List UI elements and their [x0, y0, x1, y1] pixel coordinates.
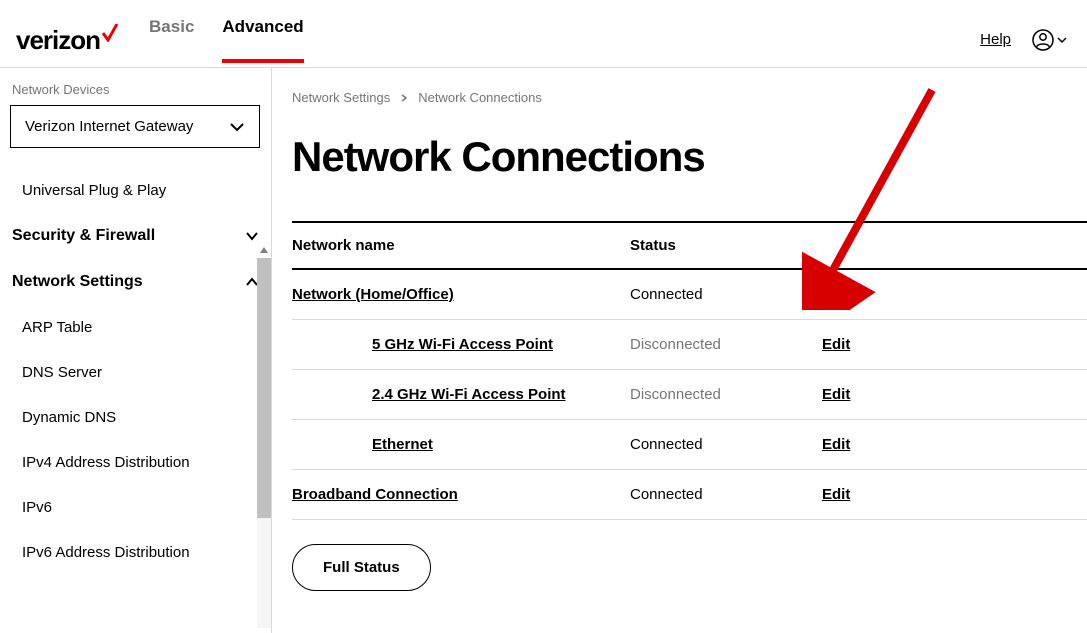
brand-text: verizon — [16, 25, 100, 56]
connection-name-link[interactable]: 5 GHz Wi-Fi Access Point — [372, 336, 553, 353]
table-row: 5 GHz Wi-Fi Access Point Disconnected Ed… — [292, 320, 1087, 370]
user-icon — [1031, 28, 1055, 52]
tabs: Basic Advanced — [149, 17, 304, 63]
nav-category-network-settings[interactable]: Network Settings — [10, 259, 261, 305]
breadcrumb-current: Network Connections — [418, 90, 542, 105]
edit-link[interactable]: Edit — [822, 386, 850, 403]
verizon-check-icon — [101, 24, 119, 42]
connection-name-link[interactable]: Broadband Connection — [292, 486, 458, 503]
connection-status: Disconnected — [630, 320, 822, 370]
table-body: Network (Home/Office) Connected Edit 5 G… — [292, 269, 1087, 520]
connection-name-link[interactable]: Network (Home/Office) — [292, 286, 454, 303]
connection-name-link[interactable]: 2.4 GHz Wi-Fi Access Point — [372, 386, 566, 403]
header-bar: verizon Basic Advanced Help — [0, 0, 1087, 68]
nav-item-ddns[interactable]: Dynamic DNS — [10, 395, 261, 440]
edit-link[interactable]: Edit — [822, 436, 850, 453]
verizon-logo: verizon — [16, 24, 119, 56]
layout: Network Devices Verizon Internet Gateway… — [0, 68, 1087, 633]
connections-table: Network name Status Network (Home/Office… — [292, 221, 1087, 520]
content-area: Network Settings Network Connections Net… — [272, 68, 1087, 633]
nav-item-dns[interactable]: DNS Server — [10, 350, 261, 395]
scrollbar-track[interactable] — [257, 258, 271, 628]
nav-item-arp[interactable]: ARP Table — [10, 305, 261, 350]
connection-status: Disconnected — [630, 370, 822, 420]
col-header-name: Network name — [292, 222, 630, 269]
chevron-down-icon — [1057, 35, 1067, 45]
col-header-status: Status — [630, 222, 822, 269]
nav-item-ipv6dist[interactable]: IPv6 Address Distribution — [10, 530, 261, 575]
edit-link[interactable]: Edit — [822, 286, 850, 303]
device-selector[interactable]: Verizon Internet Gateway — [10, 105, 260, 148]
nav-item-ipv6[interactable]: IPv6 — [10, 485, 261, 530]
tab-basic[interactable]: Basic — [149, 17, 194, 63]
help-link[interactable]: Help — [980, 31, 1011, 48]
chevron-right-icon — [400, 94, 408, 102]
scrollbar-thumb[interactable] — [257, 258, 271, 518]
header-right-group: Help — [980, 28, 1067, 52]
header-left-group: verizon Basic Advanced — [16, 17, 304, 63]
edit-link[interactable]: Edit — [822, 486, 850, 503]
table-row: 2.4 GHz Wi-Fi Access Point Disconnected … — [292, 370, 1087, 420]
connection-status: Connected — [630, 269, 822, 320]
scroll-arrow-up[interactable] — [257, 242, 271, 258]
tab-advanced[interactable]: Advanced — [222, 17, 303, 63]
chevron-down-icon — [245, 229, 259, 243]
nav-label: Security & Firewall — [12, 227, 155, 245]
col-header-action — [822, 222, 1087, 269]
full-status-button[interactable]: Full Status — [292, 544, 431, 591]
table-row: Ethernet Connected Edit — [292, 420, 1087, 470]
nav-label: Network Settings — [12, 273, 143, 291]
connection-name-link[interactable]: Ethernet — [372, 436, 433, 453]
breadcrumb: Network Settings Network Connections — [292, 90, 1087, 105]
nav-item-ipv4[interactable]: IPv4 Address Distribution — [10, 440, 261, 485]
account-menu[interactable] — [1031, 28, 1067, 52]
nav-category-security[interactable]: Security & Firewall — [10, 213, 261, 259]
nav-item-upnp[interactable]: Universal Plug & Play — [10, 168, 261, 213]
connection-status: Connected — [630, 420, 822, 470]
device-selected-text: Verizon Internet Gateway — [25, 118, 193, 135]
devices-label: Network Devices — [10, 82, 261, 97]
breadcrumb-root[interactable]: Network Settings — [292, 90, 390, 105]
table-row: Broadband Connection Connected Edit — [292, 470, 1087, 520]
chevron-down-icon — [229, 119, 245, 135]
edit-link[interactable]: Edit — [822, 336, 850, 353]
connection-status: Connected — [630, 470, 822, 520]
page-title: Network Connections — [292, 133, 1087, 181]
table-row: Network (Home/Office) Connected Edit — [292, 269, 1087, 320]
sidebar: Network Devices Verizon Internet Gateway… — [0, 68, 272, 633]
